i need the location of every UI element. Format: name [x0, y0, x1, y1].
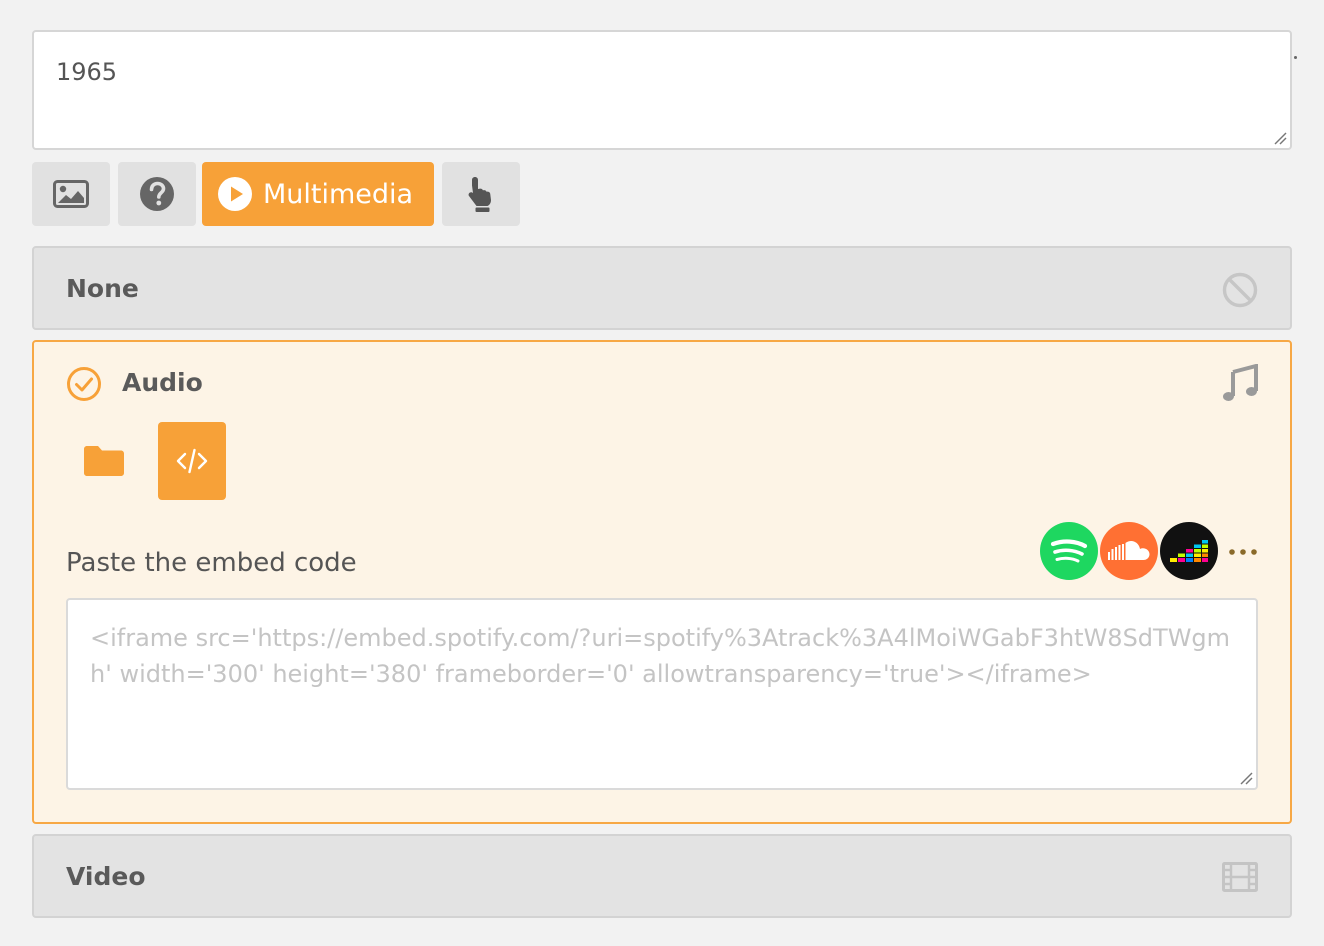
panel-none-title: None [66, 274, 139, 303]
panel-video-title: Video [66, 862, 146, 891]
code-icon [176, 448, 208, 474]
image-button[interactable] [32, 162, 110, 226]
resize-grip-icon[interactable] [1273, 131, 1287, 145]
music-note-icon [1223, 364, 1258, 401]
multimedia-label: Multimedia [263, 178, 414, 210]
embed-code-textarea[interactable]: <iframe src='https://embed.spotify.com/?… [66, 598, 1258, 790]
panel-none[interactable]: None [32, 246, 1292, 330]
panel-video[interactable]: Video [32, 834, 1292, 918]
interaction-button[interactable] [442, 162, 520, 226]
image-icon [53, 180, 89, 208]
panel-audio-title: Audio [122, 368, 203, 397]
check-circle-icon[interactable] [66, 366, 102, 402]
folder-icon [84, 446, 124, 476]
pointing-hand-icon [468, 177, 491, 212]
help-button[interactable] [118, 162, 196, 226]
play-circle-icon [218, 177, 252, 211]
film-icon [1222, 862, 1258, 892]
spotify-logo-icon[interactable] [1040, 522, 1098, 580]
answer-value: 1965 [56, 58, 118, 86]
question-circle-icon [140, 177, 174, 211]
more-dots-icon[interactable] [1228, 548, 1258, 556]
embed-code-label: Paste the embed code [66, 548, 357, 578]
deezer-logo-icon[interactable] [1160, 522, 1218, 580]
multimedia-button[interactable]: Multimedia [202, 162, 434, 226]
answer-textarea[interactable]: 1965 [32, 30, 1292, 150]
upload-file-button[interactable] [70, 422, 138, 500]
stray-dot [1294, 56, 1297, 59]
panel-audio: Audio Paste the embed code <iframe src='… [32, 340, 1292, 824]
resize-grip-icon[interactable] [1239, 771, 1253, 785]
ban-icon [1222, 272, 1258, 308]
embed-code-button[interactable] [158, 422, 226, 500]
embed-code-placeholder: <iframe src='https://embed.spotify.com/?… [90, 624, 1231, 688]
soundcloud-logo-icon[interactable] [1100, 522, 1158, 580]
